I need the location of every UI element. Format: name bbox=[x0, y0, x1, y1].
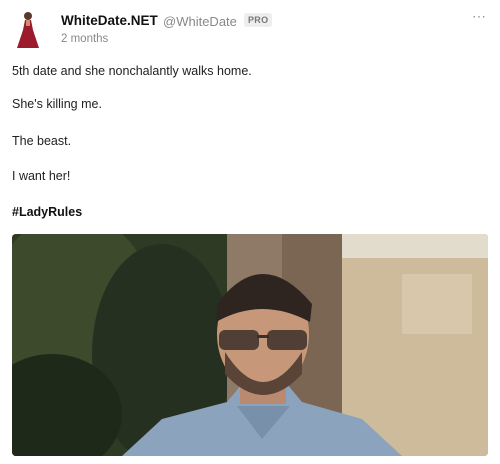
author-name[interactable]: WhiteDate.NET bbox=[61, 13, 158, 28]
post-text-line-2: She's killing me. bbox=[12, 97, 102, 111]
post-timestamp[interactable]: 2 months bbox=[61, 33, 108, 45]
post-text-line-1: 5th date and she nonchalantly walks home… bbox=[12, 64, 252, 78]
post-text-line-4: I want her! bbox=[12, 169, 71, 183]
post-card: WhiteDate.NET @WhiteDate PRO 2 months ⋯ … bbox=[0, 0, 500, 464]
pro-badge: PRO bbox=[244, 13, 273, 27]
more-options-icon[interactable]: ⋯ bbox=[472, 8, 487, 25]
author-handle[interactable]: @WhiteDate bbox=[163, 14, 237, 29]
avatar[interactable] bbox=[13, 10, 43, 50]
hashtag-link[interactable]: #LadyRules bbox=[12, 205, 82, 219]
post-photo[interactable] bbox=[12, 234, 488, 456]
post-text-line-3: The beast. bbox=[12, 134, 72, 148]
